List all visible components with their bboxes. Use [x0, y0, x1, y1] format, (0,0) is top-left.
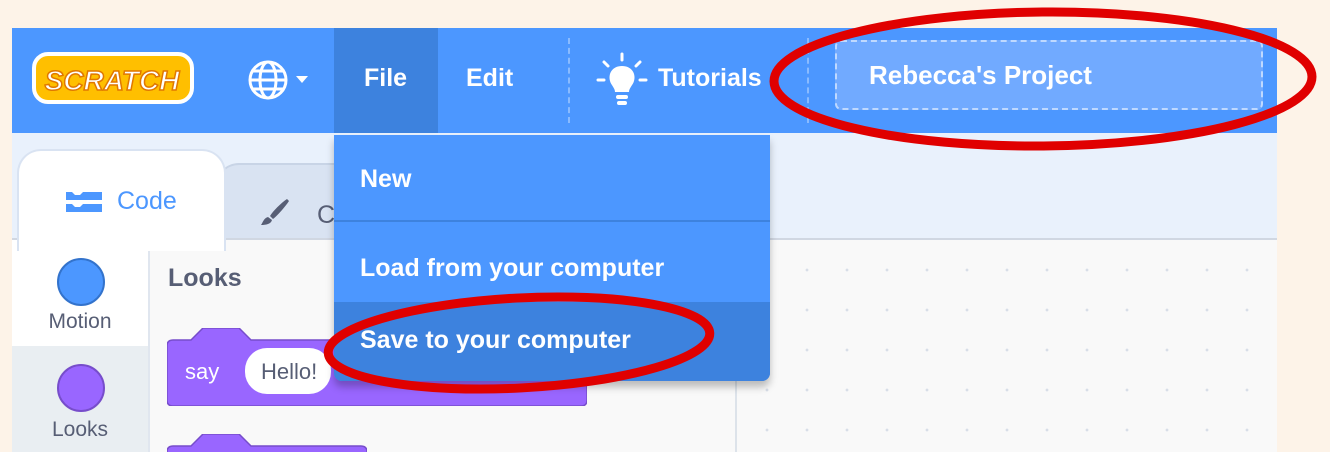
scratch-editor: SCRATCH File Edit Tutorials Rebecca's Pr…	[12, 28, 1277, 452]
tab-costumes-label: C	[317, 201, 336, 229]
menu-item-save[interactable]: Save to your computer	[334, 302, 770, 381]
say-text-input[interactable]: Hello!	[245, 348, 331, 394]
menu-item-new-label: New	[360, 165, 412, 193]
menu-divider	[568, 38, 570, 123]
edit-menu-label: Edit	[466, 64, 514, 92]
tab-code[interactable]: Code	[17, 149, 226, 251]
say-block-keyword: say	[185, 359, 220, 384]
menu-item-new[interactable]: New	[334, 135, 770, 222]
project-title-input[interactable]	[835, 40, 1263, 110]
category-motion[interactable]: Motion	[12, 240, 148, 346]
scratch-logo[interactable]: SCRATCH	[32, 48, 197, 108]
caret-down-icon	[296, 76, 308, 83]
menu-item-save-label: Save to your computer	[360, 326, 631, 354]
palette-heading: Looks	[168, 264, 242, 292]
tutorials-button[interactable]: Tutorials	[592, 28, 772, 133]
menu-bar: SCRATCH File Edit Tutorials Rebecca's Pr…	[12, 28, 1277, 133]
menu-item-load-label: Load from your computer	[360, 254, 665, 282]
category-looks-label: Looks	[51, 418, 109, 441]
paintbrush-icon	[261, 199, 289, 225]
category-motion-label: Motion	[48, 310, 112, 333]
tutorials-label: Tutorials	[658, 64, 762, 92]
language-menu[interactable]	[242, 54, 332, 106]
file-menu-button[interactable]: File	[334, 28, 438, 133]
category-looks[interactable]: Looks	[12, 346, 148, 452]
block-categories: Motion Looks	[12, 240, 150, 452]
code-blocks-icon	[66, 192, 102, 212]
tab-code-label: Code	[117, 187, 177, 215]
file-dropdown-menu: New Load from your computer Save to your…	[334, 135, 770, 381]
motion-category-dot	[57, 258, 105, 306]
menu-item-load[interactable]: Load from your computer	[334, 222, 770, 302]
say-text-value: Hello!	[261, 359, 318, 384]
looks-category-dot	[57, 364, 105, 412]
script-area[interactable]	[737, 240, 1277, 452]
edit-menu-button[interactable]: Edit	[438, 28, 568, 133]
looks-block-shape	[167, 434, 367, 452]
lightbulb-icon	[596, 52, 648, 105]
globe-icon	[248, 60, 288, 100]
file-menu-label: File	[364, 64, 408, 92]
menu-divider	[807, 38, 809, 123]
logo-text: SCRATCH	[45, 65, 181, 96]
looks-block[interactable]	[167, 434, 367, 452]
